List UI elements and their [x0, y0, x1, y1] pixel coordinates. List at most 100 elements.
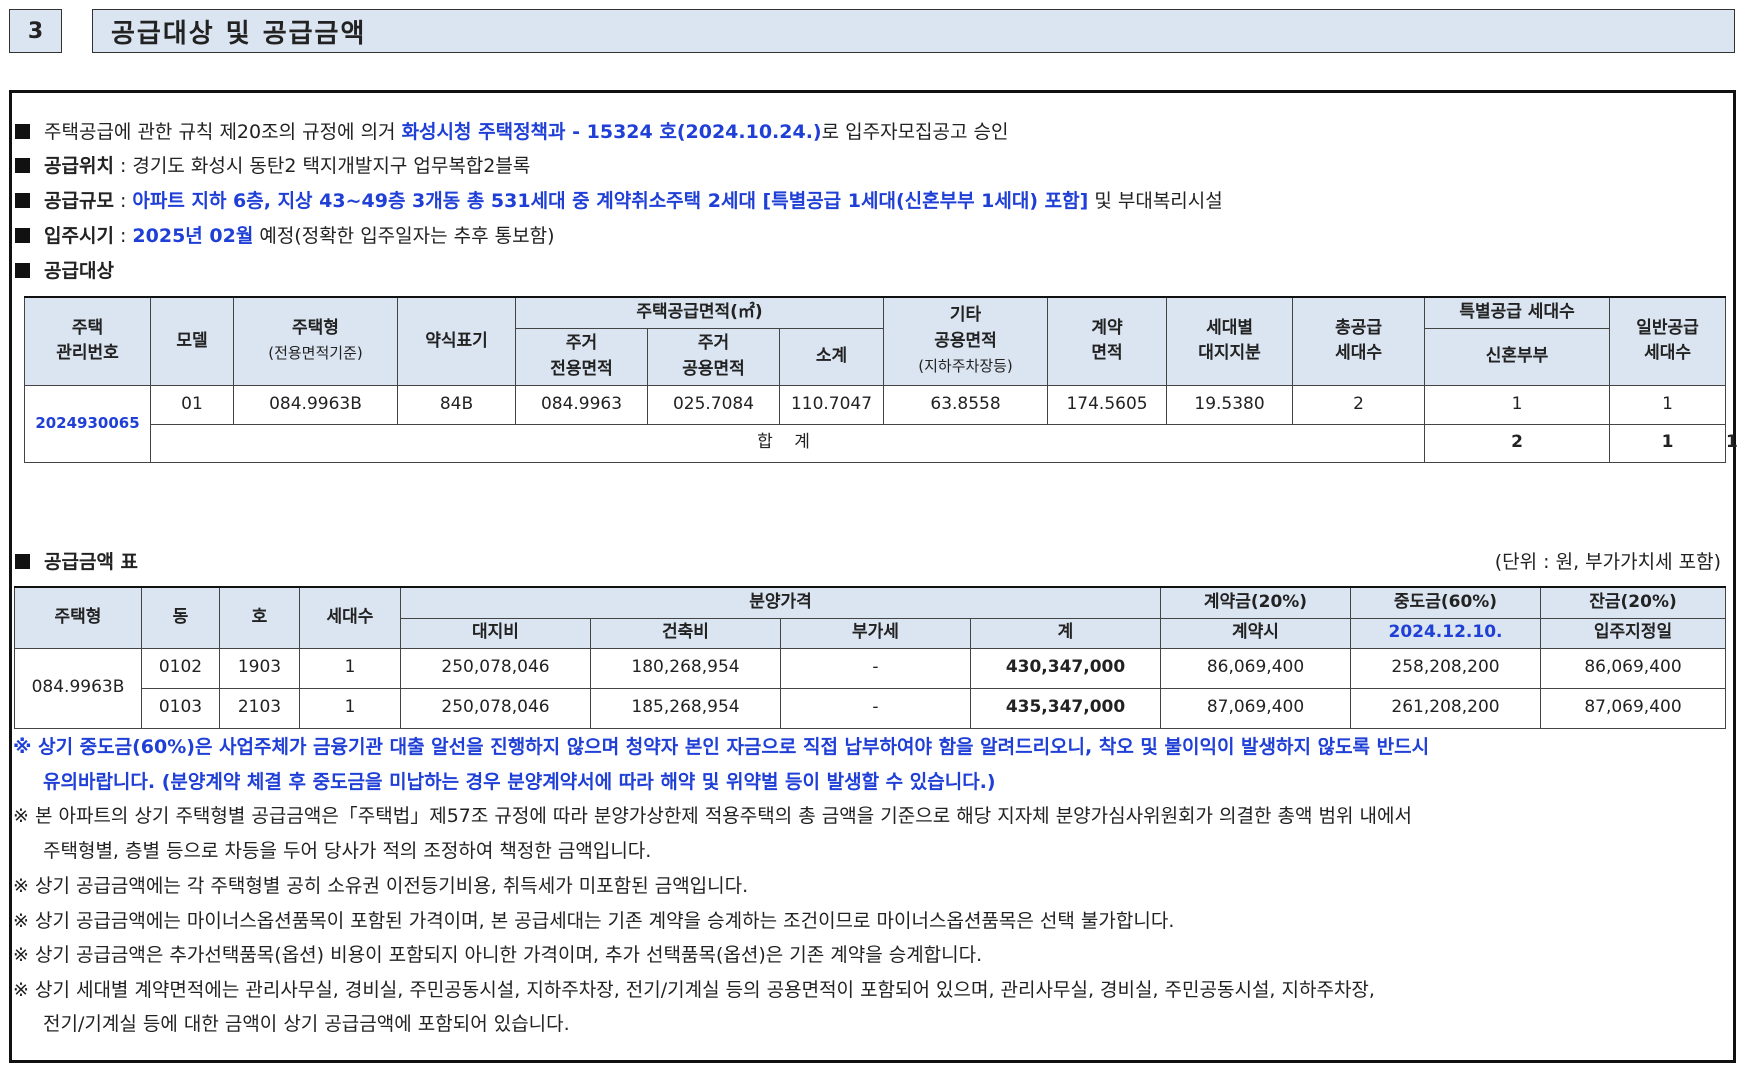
header-balance-when: 입주지정일 [1540, 617, 1726, 649]
cell-units: 1 [299, 687, 401, 729]
location-line: 공급위치 : 경기도 화성시 동탄2 택지개발지구 업무복합2블록 [15, 151, 530, 178]
note-tax: ※ 상기 공급금액에는 각 주택형별 공히 소유권 이전등기비용, 취득세가 미… [13, 875, 749, 897]
bullet-square-icon [15, 158, 30, 173]
cell-type: 084.9963B [14, 647, 142, 729]
price-table: 주택형 동 호 세대수 분양가격 계약금(20%) 중도금(60%) 잔금(20… [14, 586, 1726, 729]
unit-note: (단위 : 원, 부가가치세 포함) [1494, 551, 1721, 573]
header-general-units: 일반공급 세대수 [1609, 296, 1727, 386]
note-middle-payment-1: ※ 상기 중도금(60%)은 사업주체가 금융기관 대출 알선을 진행하지 않으… [13, 736, 1430, 758]
approval-text: 주택공급에 관한 규칙 제20조의 규정에 의거 [44, 121, 402, 143]
header-exclusive-area: 주거 전용면적 [515, 327, 648, 386]
table-row: 0103 2103 1 250,078,046 185,268,954 - 43… [15, 687, 1726, 729]
header-other-area-sub: (지하주차장등) [918, 357, 1013, 375]
header-price: 분양가격 [400, 586, 1161, 619]
management-no: 2024930065 [24, 384, 151, 463]
cell-sum: 430,347,000 [970, 647, 1161, 689]
cell-middle: 258,208,200 [1350, 647, 1541, 689]
price-heading: 공급금액 표 [15, 547, 138, 574]
header-supply-area: 주택공급면적(㎡) [514, 296, 885, 329]
header-short: 약식표기 [397, 296, 516, 386]
note-common-area-1: ※ 상기 세대별 계약면적에는 관리사무실, 경비실, 주민공동시설, 지하주차… [13, 979, 1375, 1001]
movein-label: 입주시기 [44, 225, 114, 247]
header-type: 주택형 [14, 586, 142, 649]
movein-line: 입주시기 : 2025년 02월 예정(정확한 입주일자는 추후 통보함) [15, 221, 555, 248]
cell-deposit: 86,069,400 [1160, 647, 1351, 689]
scale-line: 공급규모 : 아파트 지하 6층, 지상 43~49층 3개동 총 531세대 … [15, 186, 1223, 213]
header-units: 세대수 [299, 586, 401, 649]
target-line: 공급대상 [15, 256, 114, 283]
scale-colon: : [113, 190, 133, 212]
approval-line: 주택공급에 관한 규칙 제20조의 규정에 의거 화성시청 주택정책과 - 15… [15, 117, 1009, 144]
scale-value-end: 및 부대복리시설 [1088, 190, 1223, 212]
header-total-units: 총공급 세대수 [1292, 296, 1426, 386]
cell-land: 250,078,046 [400, 687, 591, 729]
header-middle: 중도금(60%) [1350, 586, 1541, 619]
header-contract-area: 계약 면적 [1047, 296, 1168, 386]
header-house-type: 주택형 (전용면적기준) [233, 296, 398, 386]
table-row: 2024930065 01 084.9963B 84B 084.9963 025… [24, 384, 1727, 463]
cell-contract: 174.5605 [1047, 384, 1168, 425]
cell-middle: 261,208,200 [1350, 687, 1541, 729]
header-other-area: 기타 공용면적 (지하주차장등) [883, 296, 1049, 386]
note-extra-option: ※ 상기 공급금액은 추가선택품목(옵션) 비용이 포함되지 아니한 가격이며,… [13, 944, 983, 966]
header-land-cost: 대지비 [400, 617, 591, 649]
movein-note: 예정(정확한 입주일자는 추후 통보함) [253, 225, 555, 247]
header-build-cost: 건축비 [590, 617, 781, 649]
section-number: 3 [9, 9, 62, 53]
sum-label: 합 계 [149, 423, 1426, 463]
cell-ho: 1903 [219, 647, 300, 689]
movein-date: 2025년 02월 [132, 225, 254, 247]
cell-balance: 87,069,400 [1540, 687, 1726, 729]
note-minus-option: ※ 상기 공급금액에는 마이너스옵션품목이 포함된 가격이며, 본 공급세대는 … [13, 910, 1175, 932]
header-vat: 부가세 [780, 617, 971, 649]
cell-common: 025.7084 [647, 384, 780, 425]
cell-general: 1 [1609, 384, 1727, 425]
cell-balance: 86,069,400 [1540, 647, 1726, 689]
cell-vat: - [780, 687, 971, 729]
header-house-type-sub: (전용면적기준) [268, 344, 363, 363]
cell-vat: - [780, 647, 971, 689]
cell-deposit: 87,069,400 [1160, 687, 1351, 729]
cell-subtotal: 110.7047 [778, 384, 885, 425]
header-balance: 잔금(20%) [1540, 586, 1726, 619]
scale-value: 아파트 지하 6층, 지상 43~49층 3개동 총 531세대 중 계약취소주… [132, 190, 1089, 212]
approval-number: 화성시청 주택정책과 - 15324 호(2024.10.24.) [401, 121, 822, 143]
cell-land: 250,078,046 [400, 647, 591, 689]
header-deposit-when: 계약시 [1160, 617, 1351, 649]
bullet-square-icon [15, 228, 30, 243]
sum-total: 2 [1424, 423, 1611, 463]
cell-build: 180,268,954 [590, 647, 781, 689]
cell-dong: 0103 [141, 687, 220, 729]
sum-row: 합 계 2 1 1 [25, 423, 1738, 463]
cell-newlywed: 1 [1424, 384, 1611, 425]
header-other-area-label: 기타 공용면적 [934, 305, 997, 351]
header-ho: 호 [219, 586, 300, 649]
scale-label: 공급규모 [44, 190, 114, 212]
movein-colon: : [113, 225, 133, 247]
cell-land: 19.5380 [1166, 384, 1294, 425]
cell-build: 185,268,954 [590, 687, 781, 729]
bullet-square-icon [15, 554, 30, 569]
cell-total: 2 [1292, 384, 1426, 425]
bullet-square-icon [15, 124, 30, 139]
cell-sum: 435,347,000 [970, 687, 1161, 729]
cell-short: 84B [397, 384, 516, 425]
cell-exclusive: 084.9963 [515, 384, 648, 425]
cell-model: 01 [150, 384, 234, 425]
header-common-area: 주거 공용면적 [647, 327, 780, 386]
cell-ho: 2103 [219, 687, 300, 729]
bullet-square-icon [15, 193, 30, 208]
price-label: 공급금액 표 [44, 551, 139, 573]
note-price-basis-1: ※ 본 아파트의 상기 주택형별 공급금액은「주택법」제57조 규정에 따라 분… [13, 805, 1412, 827]
header-land-share: 세대별 대지지분 [1166, 296, 1294, 386]
section-title: 공급대상 및 공급금액 [92, 9, 1735, 53]
note-price-basis-2: 주택형별, 층별 등으로 차등을 두어 당사가 적의 조정하여 책정한 금액입니… [43, 840, 652, 862]
header-house-type-label: 주택형 [292, 317, 339, 338]
note-common-area-2: 전기/기계실 등에 대한 금액이 상기 공급금액에 포함되어 있습니다. [43, 1013, 570, 1035]
note-middle-payment-2: 유의바랍니다. (분양계약 체결 후 중도금을 미납하는 경우 분양계약서에 따… [43, 771, 996, 793]
location-label: 공급위치 [44, 155, 114, 177]
target-label: 공급대상 [44, 260, 114, 282]
cell-dong: 0102 [141, 647, 220, 689]
header-deposit: 계약금(20%) [1160, 586, 1351, 619]
cell-other: 63.8558 [883, 384, 1049, 425]
